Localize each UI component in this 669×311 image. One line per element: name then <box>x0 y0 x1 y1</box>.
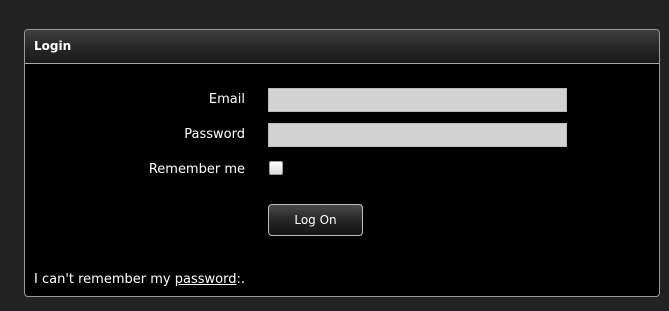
email-field[interactable] <box>268 88 567 112</box>
forgot-password-line: I can't remember my password:. <box>34 272 245 287</box>
log-on-button[interactable]: Log On <box>268 204 363 236</box>
login-panel: Login Email Password Remember me Log On … <box>24 29 660 297</box>
remember-me-label: Remember me <box>148 162 245 177</box>
forgot-password-link[interactable]: password <box>175 272 237 287</box>
forgot-password-prefix: I can't remember my <box>34 272 175 287</box>
remember-me-checkbox[interactable] <box>269 161 283 175</box>
login-panel-header: Login <box>25 30 659 64</box>
login-title: Login <box>34 39 72 53</box>
forgot-password-suffix: :. <box>236 272 245 287</box>
password-field[interactable] <box>268 123 567 147</box>
email-label: Email <box>208 92 245 107</box>
password-label: Password <box>184 127 245 142</box>
